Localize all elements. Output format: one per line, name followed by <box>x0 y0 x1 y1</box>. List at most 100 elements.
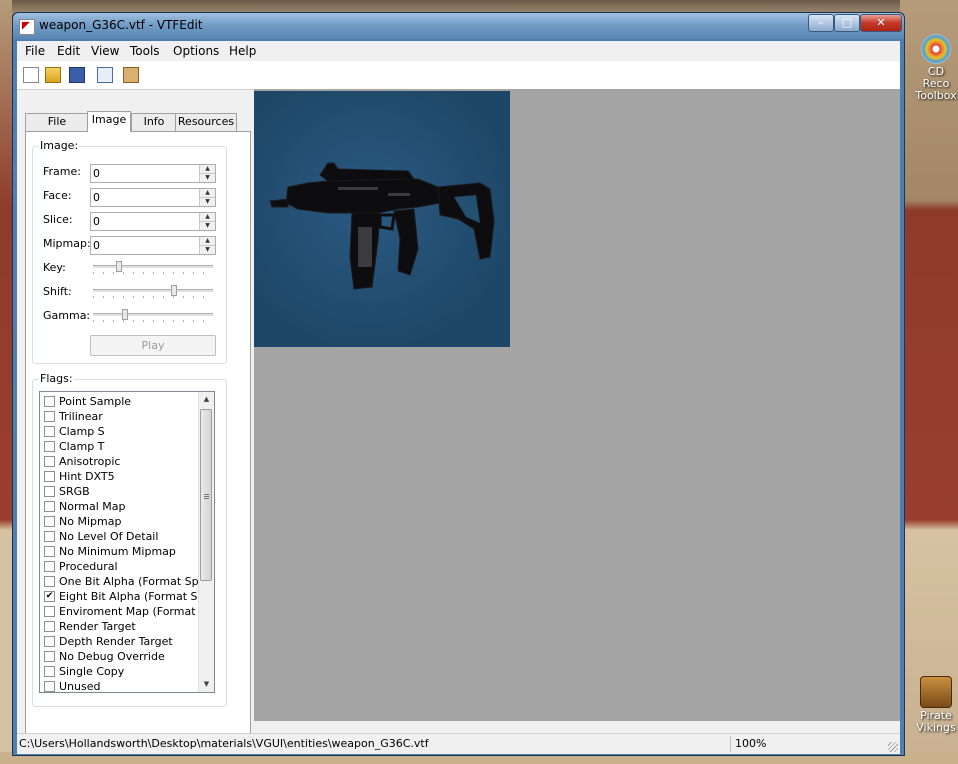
menu-options[interactable]: Options <box>173 44 219 58</box>
flags-scrollbar[interactable]: ▲ ▼ <box>198 392 214 692</box>
left-panel: File System Image Info Resources Image: … <box>25 111 251 737</box>
image-viewport[interactable] <box>254 89 900 721</box>
face-spinner[interactable]: ▲ ▼ <box>90 188 216 207</box>
face-input[interactable] <box>92 190 200 205</box>
spin-up-icon[interactable]: ▲ <box>200 237 215 246</box>
gamma-slider[interactable] <box>93 309 213 323</box>
copy-icon[interactable] <box>97 67 113 83</box>
status-divider <box>730 736 731 752</box>
checkbox-icon[interactable] <box>44 516 55 527</box>
slider-track <box>93 265 213 268</box>
flags-group: Flags: Point Sample Trilinear Clamp S Clamp… <box>32 372 227 707</box>
spin-down-icon[interactable]: ▼ <box>200 246 215 254</box>
flag-label: Point Sample <box>59 395 132 408</box>
menu-bar: File Edit View Tools Options Help <box>17 41 900 60</box>
flag-label: Hint DXT5 <box>59 470 115 483</box>
resize-grip-icon[interactable] <box>888 742 898 752</box>
flag-label: Anisotropic <box>59 455 121 468</box>
slider-thumb[interactable] <box>171 285 177 296</box>
slice-input[interactable] <box>92 214 200 229</box>
tab-strip: File System Image Info Resources <box>25 111 251 144</box>
mipmap-input[interactable] <box>92 238 200 253</box>
save-disk-icon[interactable] <box>69 67 85 83</box>
frame-spin-buttons[interactable]: ▲ ▼ <box>199 165 215 182</box>
paste-clipboard-icon[interactable] <box>123 67 139 83</box>
tab-image[interactable]: Image <box>87 111 131 132</box>
scroll-up-icon[interactable]: ▲ <box>199 392 214 407</box>
menu-file[interactable]: File <box>25 44 45 58</box>
mipmap-spinner[interactable]: ▲ ▼ <box>90 236 216 255</box>
minimize-button[interactable]: – <box>808 14 834 32</box>
scroll-down-icon[interactable]: ▼ <box>199 677 214 692</box>
flag-label: Clamp S <box>59 425 105 438</box>
flags-group-label: Flags: <box>39 372 74 385</box>
image-group-label: Image: <box>39 139 80 152</box>
toolbar <box>17 61 900 90</box>
spin-up-icon[interactable]: ▲ <box>200 213 215 222</box>
slice-spin-buttons[interactable]: ▲ ▼ <box>199 213 215 230</box>
checkbox-icon[interactable] <box>44 471 55 482</box>
texture-preview <box>254 91 510 347</box>
menu-edit[interactable]: Edit <box>57 44 80 58</box>
checkbox-icon[interactable] <box>44 426 55 437</box>
new-file-icon[interactable] <box>23 67 39 83</box>
checkbox-icon[interactable] <box>44 486 55 497</box>
vtfedit-window: weapon_G36C.vtf - VTFEdit – □ ✕ File Edi… <box>12 12 905 756</box>
slider-thumb[interactable] <box>116 261 122 272</box>
shift-label: Shift: <box>43 285 72 298</box>
checkbox-icon[interactable] <box>44 441 55 452</box>
checkbox-icon[interactable] <box>44 561 55 572</box>
spin-up-icon[interactable]: ▲ <box>200 189 215 198</box>
shift-slider[interactable] <box>93 285 213 299</box>
checkbox-icon[interactable] <box>44 606 55 617</box>
frame-input[interactable] <box>92 166 200 181</box>
flag-label: Enviroment Map (Format <box>59 605 196 618</box>
spin-down-icon[interactable]: ▼ <box>200 222 215 230</box>
checkbox-icon[interactable] <box>44 621 55 632</box>
flag-label: One Bit Alpha (Format Sp <box>59 575 199 588</box>
tab-file-system[interactable]: File System <box>25 113 89 144</box>
tab-info[interactable]: Info <box>131 113 177 131</box>
flag-label: No Mipmap <box>59 515 122 528</box>
desktop-icon-cd-recovery[interactable]: CD Reco Toolbox <box>914 34 958 102</box>
key-label: Key: <box>43 261 66 274</box>
checkbox-icon[interactable] <box>44 411 55 422</box>
status-bar: C:\Users\Hollandsworth\Desktop\materials… <box>17 733 900 754</box>
maximize-button[interactable]: □ <box>834 14 860 32</box>
flag-label: Unused <box>59 680 101 693</box>
frame-spinner[interactable]: ▲ ▼ <box>90 164 216 183</box>
checkbox-icon[interactable] <box>44 501 55 512</box>
checkbox-icon[interactable] <box>44 681 55 692</box>
checkbox-icon[interactable] <box>44 636 55 647</box>
menu-tools[interactable]: Tools <box>130 44 160 58</box>
flags-checklist[interactable]: Point Sample Trilinear Clamp S Clamp T Aniso… <box>39 391 215 693</box>
checkbox-checked-icon[interactable]: ✔ <box>44 591 55 602</box>
slice-spinner[interactable]: ▲ ▼ <box>90 212 216 231</box>
checkbox-icon[interactable] <box>44 651 55 662</box>
spin-down-icon[interactable]: ▼ <box>200 174 215 182</box>
slider-thumb[interactable] <box>122 309 128 320</box>
face-spin-buttons[interactable]: ▲ ▼ <box>199 189 215 206</box>
close-button[interactable]: ✕ <box>860 14 902 32</box>
checkbox-icon[interactable] <box>44 396 55 407</box>
checkbox-icon[interactable] <box>44 576 55 587</box>
mipmap-spin-buttons[interactable]: ▲ ▼ <box>199 237 215 254</box>
title-bar[interactable]: weapon_G36C.vtf - VTFEdit – □ ✕ <box>13 13 904 39</box>
desktop-icon-pirate-vikings[interactable]: Pirate Vikings <box>914 676 958 734</box>
play-button[interactable]: Play <box>90 335 216 356</box>
scrollbar-thumb[interactable] <box>200 409 212 581</box>
spin-down-icon[interactable]: ▼ <box>200 198 215 206</box>
key-slider[interactable] <box>93 261 213 275</box>
checkbox-icon[interactable] <box>44 666 55 677</box>
spin-up-icon[interactable]: ▲ <box>200 165 215 174</box>
checkbox-icon[interactable] <box>44 456 55 467</box>
face-label: Face: <box>43 189 72 202</box>
slider-ticks <box>93 296 213 298</box>
tab-resources[interactable]: Resources <box>175 113 237 131</box>
vtfedit-app-icon[interactable] <box>19 19 35 35</box>
checkbox-icon[interactable] <box>44 531 55 542</box>
menu-help[interactable]: Help <box>229 44 256 58</box>
open-folder-icon[interactable] <box>45 67 61 83</box>
menu-view[interactable]: View <box>91 44 119 58</box>
checkbox-icon[interactable] <box>44 546 55 557</box>
